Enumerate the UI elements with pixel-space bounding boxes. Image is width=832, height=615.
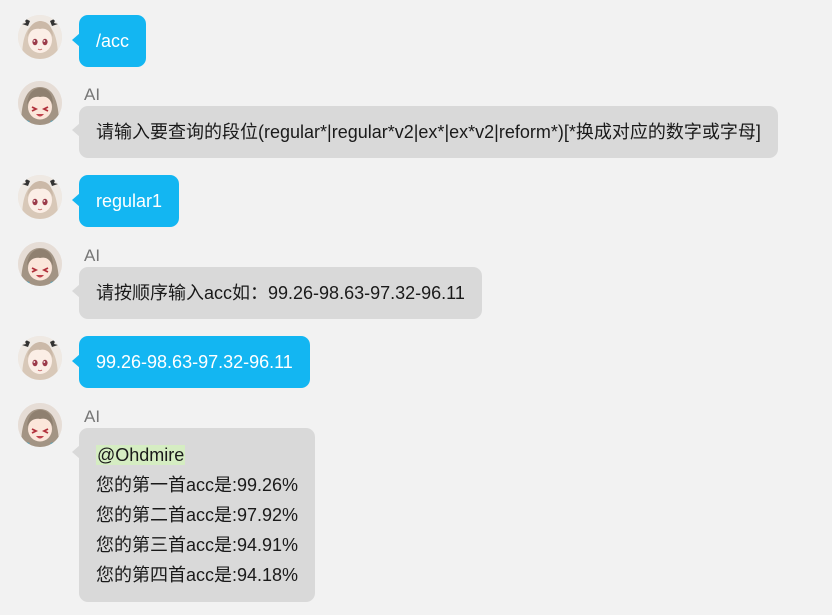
message-text: 请按顺序输入acc如：99.26-98.63-97.32-96.11 (96, 283, 465, 303)
message-bubble[interactable]: /acc (79, 15, 147, 67)
chat-window: /acc AI 请输入要查询的段位(regular*|regular*v2|ex… (0, 0, 832, 615)
bot-avatar-icon[interactable] (18, 81, 62, 125)
sender-name: AI (84, 407, 101, 426)
message-bubble[interactable]: @Ohdmire 您的第一首acc是:99.26% 您的第二首acc是:97.9… (79, 428, 316, 602)
result-line: 您的第四首acc是:94.18% (96, 565, 299, 585)
message-bubble[interactable]: regular1 (79, 175, 180, 227)
bot-avatar-icon[interactable] (18, 242, 62, 286)
result-line: 您的第三首acc是:94.91% (96, 535, 299, 555)
user-avatar-icon[interactable] (18, 336, 62, 380)
message-bubble[interactable]: 99.26-98.63-97.32-96.11 (79, 336, 310, 388)
sender-name: AI (84, 85, 101, 104)
bot-avatar-icon[interactable] (18, 403, 62, 447)
mention-tag[interactable]: @Ohdmire (96, 445, 186, 465)
message-text: regular1 (96, 191, 163, 211)
user-avatar-icon[interactable] (18, 175, 62, 219)
message-text: 99.26-98.63-97.32-96.11 (96, 352, 293, 372)
message-text: /acc (96, 31, 130, 51)
sender-name: AI (84, 246, 101, 265)
user-avatar-icon[interactable] (18, 15, 62, 59)
message-bubble[interactable]: 请按顺序输入acc如：99.26-98.63-97.32-96.11 (79, 267, 482, 319)
message-bubble[interactable]: 请输入要查询的段位(regular*|regular*v2|ex*|ex*v2|… (79, 106, 778, 158)
message-text: 请输入要查询的段位(regular*|regular*v2|ex*|ex*v2|… (96, 122, 761, 142)
result-line: 您的第二首acc是:97.92% (96, 505, 299, 525)
mention-line: @Ohdmire (96, 440, 298, 470)
result-line: 您的第一首acc是:99.26% (96, 475, 299, 495)
